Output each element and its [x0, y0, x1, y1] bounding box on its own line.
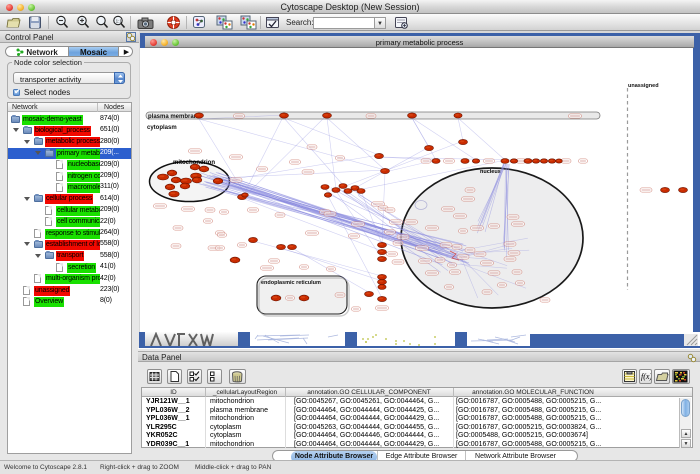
svg-text:nucleus: nucleus [480, 169, 501, 175]
svg-text:plasma membrane: plasma membrane [148, 114, 201, 120]
svg-text:endoplasmic reticulum: endoplasmic reticulum [261, 280, 321, 286]
svg-text:unassigned: unassigned [628, 83, 659, 89]
svg-text:f(x): f(x) [641, 372, 651, 381]
svg-text:1:1: 1:1 [116, 19, 123, 24]
svg-text:cytoplasm: cytoplasm [147, 125, 177, 131]
